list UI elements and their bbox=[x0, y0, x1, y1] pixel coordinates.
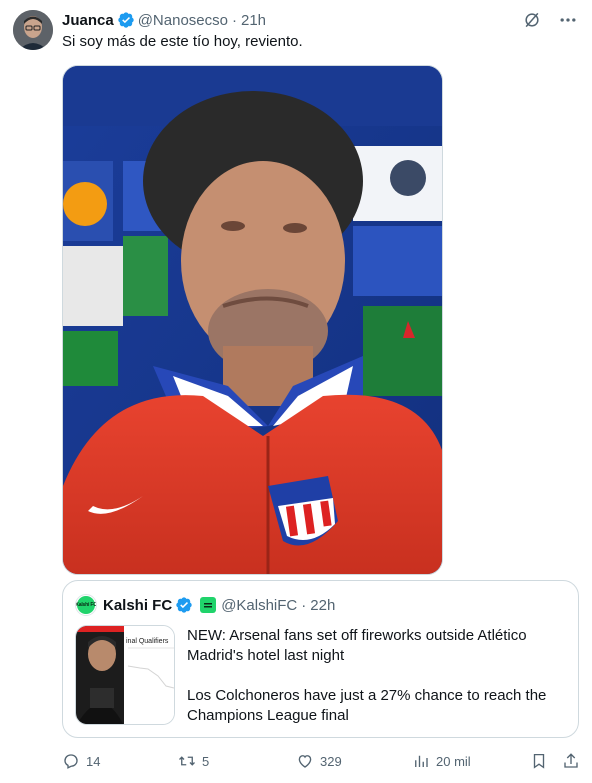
quoted-tweet-media[interactable]: inal Qualifiers bbox=[75, 625, 175, 725]
quoted-media-caption: inal Qualifiers bbox=[126, 638, 169, 645]
quoted-tweet-text: NEW: Arsenal fans set off fireworks outs… bbox=[187, 626, 572, 726]
views-icon bbox=[415, 755, 428, 767]
header-actions bbox=[522, 10, 578, 30]
quoted-tweet-header: Kalshi FC Kalshi FC @KalshiFC · 22h bbox=[75, 594, 335, 616]
more-icon bbox=[560, 18, 576, 22]
tweet-header: Juanca @Nanosecso · 21h bbox=[62, 10, 266, 30]
separator-dot: · bbox=[231, 11, 237, 29]
views-count: 20 mil bbox=[436, 753, 471, 769]
separator-dot: · bbox=[301, 596, 307, 614]
retweet-icon bbox=[179, 756, 195, 766]
views-button[interactable]: 20 mil bbox=[412, 752, 471, 770]
tweet-actions: 14 5 329 20 mil bbox=[62, 750, 582, 772]
verified-badge-icon bbox=[176, 597, 192, 613]
avatar-image bbox=[13, 10, 53, 50]
reply-button[interactable]: 14 bbox=[62, 752, 100, 770]
verified-badge-icon bbox=[118, 12, 134, 28]
like-count: 329 bbox=[320, 753, 342, 769]
author-avatar[interactable] bbox=[13, 10, 53, 50]
grok-button[interactable] bbox=[522, 10, 542, 30]
reply-icon bbox=[64, 754, 78, 769]
more-button[interactable] bbox=[558, 10, 578, 30]
kalshi-logo-icon: Kalshi FC bbox=[76, 596, 96, 614]
kalshi-mini-logo-icon bbox=[202, 599, 215, 611]
quoted-tweet-time[interactable]: 22h bbox=[310, 597, 335, 614]
share-icon bbox=[564, 753, 578, 768]
quoted-media-image: inal Qualifiers bbox=[76, 626, 174, 724]
affiliate-badge-icon bbox=[200, 597, 217, 613]
quoted-author-name[interactable]: Kalshi FC bbox=[103, 597, 172, 614]
tweet-photo[interactable] bbox=[62, 65, 443, 575]
quoted-tweet[interactable]: Kalshi FC Kalshi FC @KalshiFC · 22h inal… bbox=[62, 580, 579, 738]
bookmark-button[interactable] bbox=[530, 752, 548, 770]
coach-press-conference-image bbox=[63, 66, 442, 574]
quoted-author-handle[interactable]: @KalshiFC bbox=[221, 597, 297, 614]
share-button[interactable] bbox=[562, 752, 580, 770]
quoted-paragraph: NEW: Arsenal fans set off fireworks outs… bbox=[187, 627, 527, 664]
author-name[interactable]: Juanca bbox=[62, 12, 114, 29]
bookmark-icon bbox=[533, 753, 545, 769]
tweet-text: Si soy más de este tío hoy, reviento. bbox=[62, 33, 303, 50]
retweet-button[interactable]: 5 bbox=[178, 752, 209, 770]
like-icon bbox=[298, 755, 312, 768]
reply-count: 14 bbox=[86, 753, 101, 769]
like-button[interactable]: 329 bbox=[296, 752, 342, 770]
quoted-author-avatar[interactable]: Kalshi FC bbox=[75, 594, 97, 616]
author-handle[interactable]: @Nanosecso bbox=[138, 12, 228, 29]
tweet-time[interactable]: 21h bbox=[241, 12, 266, 29]
grok-icon bbox=[525, 12, 539, 28]
quoted-paragraph: Los Colchoneros have just a 27% chance t… bbox=[187, 687, 547, 724]
retweet-count: 5 bbox=[202, 753, 210, 769]
